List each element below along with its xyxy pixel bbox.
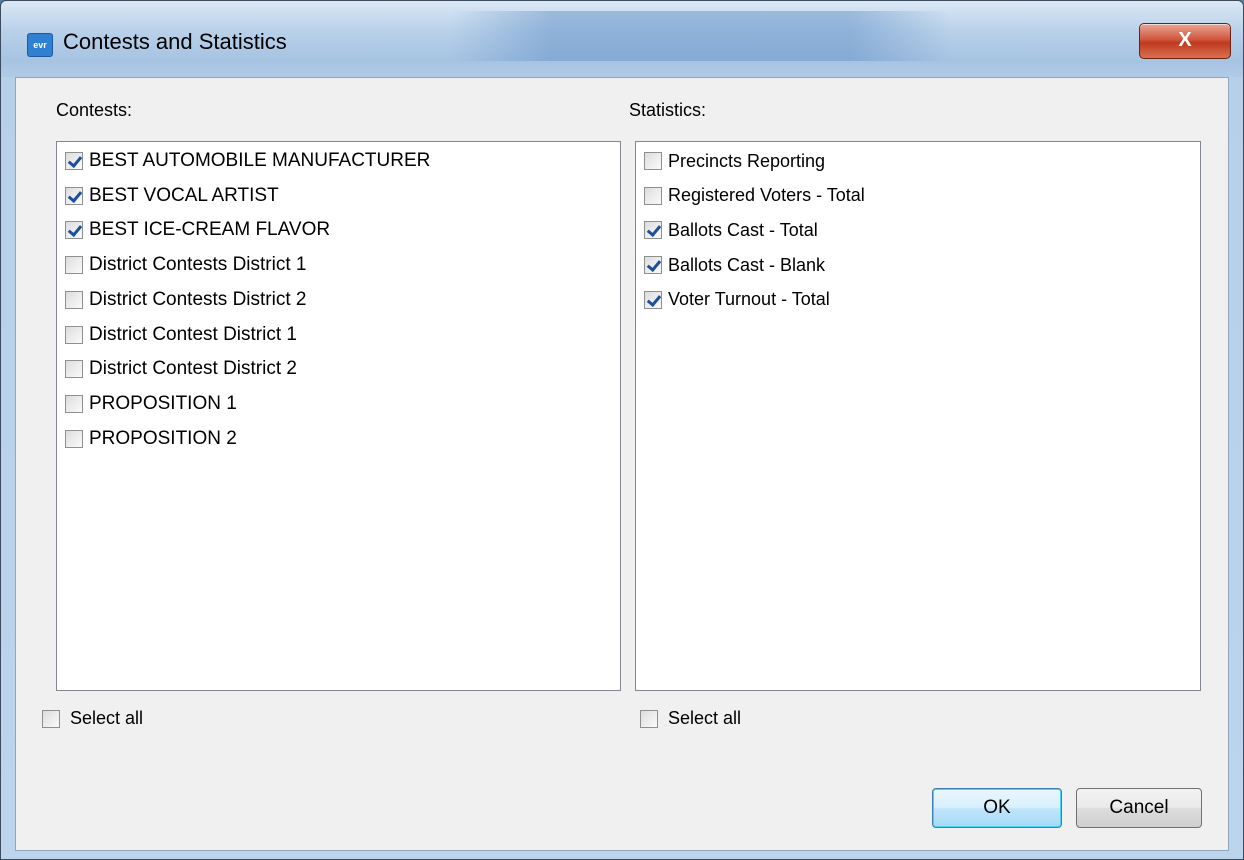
statistics-select-all-checkbox[interactable] <box>640 709 658 728</box>
statistics-list-item[interactable]: Voter Turnout - Total <box>644 283 830 317</box>
statistics-item-checkbox[interactable] <box>644 186 662 205</box>
contests-item-checkbox[interactable] <box>65 429 83 448</box>
statistics-select-all-label: Select all <box>668 708 742 728</box>
statistics-list[interactable]: Precincts Reporting Registered Voters - T… <box>635 141 1201 691</box>
statistics-label: Statistics: <box>629 100 707 120</box>
contests-item-label: District Contest District 2 <box>89 358 297 380</box>
statistics-item-label: Precincts Reporting <box>668 150 826 171</box>
contests-item-label: BEST VOCAL ARTIST <box>89 184 279 206</box>
contests-item-checkbox[interactable] <box>65 394 83 413</box>
contests-select-all[interactable]: Select all <box>42 708 143 729</box>
statistics-item-checkbox[interactable] <box>644 221 662 240</box>
statistics-item-label: Ballots Cast - Blank <box>668 254 826 275</box>
contests-list-item[interactable]: PROPOSITION 2 <box>65 422 237 456</box>
statistics-list-item[interactable]: Registered Voters - Total <box>644 179 865 213</box>
statistics-item-checkbox[interactable] <box>644 256 662 275</box>
contests-item-label: District Contest District 1 <box>89 323 297 345</box>
statistics-item-label: Ballots Cast - Total <box>668 219 818 240</box>
contests-item-label: PROPOSITION 2 <box>89 427 237 449</box>
contests-item-label: PROPOSITION 1 <box>89 392 237 414</box>
contests-label: Contests: <box>56 100 133 120</box>
contests-item-label: District Contests District 2 <box>89 288 307 310</box>
ok-button[interactable]: OK <box>932 788 1062 828</box>
contests-list[interactable]: BEST AUTOMOBILE MANUFACTURER BEST VOCAL A… <box>56 141 621 691</box>
contests-list-item[interactable]: BEST VOCAL ARTIST <box>65 179 279 213</box>
contests-item-checkbox[interactable] <box>65 290 83 309</box>
dialog-window: evr Contests and Statistics X Contests: … <box>0 0 1244 860</box>
close-icon: X <box>1178 29 1192 51</box>
contests-select-all-checkbox[interactable] <box>42 709 60 728</box>
contests-list-item[interactable]: BEST ICE-CREAM FLAVOR <box>65 213 330 247</box>
contests-item-checkbox[interactable] <box>65 186 83 205</box>
contests-item-checkbox[interactable] <box>65 256 83 275</box>
app-icon: evr <box>27 33 53 57</box>
close-button[interactable]: X <box>1139 23 1231 59</box>
contests-list-item[interactable]: PROPOSITION 1 <box>65 387 237 421</box>
contests-list-item[interactable]: District Contests District 2 <box>65 283 306 317</box>
contests-item-checkbox[interactable] <box>65 152 83 170</box>
statistics-select-all[interactable]: Select all <box>640 708 741 729</box>
window-title: Contests and Statistics <box>63 29 287 54</box>
dialog-client-area: Contests: BEST AUTOMOBILE MANUFACTURER BE… <box>15 77 1229 851</box>
statistics-item-label: Voter Turnout - Total <box>668 289 830 310</box>
contests-list-item[interactable]: District Contest District 2 <box>65 352 297 386</box>
title-bar-glass <box>451 11 951 61</box>
title-bar[interactable]: evr Contests and Statistics X <box>1 1 1243 77</box>
statistics-list-item[interactable]: Precincts Reporting <box>644 144 825 178</box>
statistics-item-label: Registered Voters - Total <box>668 185 865 206</box>
statistics-list-item[interactable]: Ballots Cast - Total <box>644 213 818 247</box>
contests-item-label: BEST AUTOMOBILE MANUFACTURER <box>89 150 431 171</box>
statistics-item-checkbox[interactable] <box>644 152 662 170</box>
contests-item-label: District Contests District 1 <box>89 254 307 276</box>
contests-list-item[interactable]: District Contests District 1 <box>65 248 306 282</box>
contests-item-label: BEST ICE-CREAM FLAVOR <box>89 219 331 241</box>
contests-list-item[interactable]: District Contest District 1 <box>65 318 297 352</box>
statistics-item-checkbox[interactable] <box>644 290 662 309</box>
contests-list-item[interactable]: BEST AUTOMOBILE MANUFACTURER <box>65 144 430 178</box>
contests-item-checkbox[interactable] <box>65 360 83 379</box>
statistics-list-item[interactable]: Ballots Cast - Blank <box>644 248 825 282</box>
contests-select-all-label: Select all <box>70 708 144 728</box>
contests-item-checkbox[interactable] <box>65 325 83 344</box>
contests-item-checkbox[interactable] <box>65 221 83 240</box>
cancel-button[interactable]: Cancel <box>1076 788 1202 828</box>
